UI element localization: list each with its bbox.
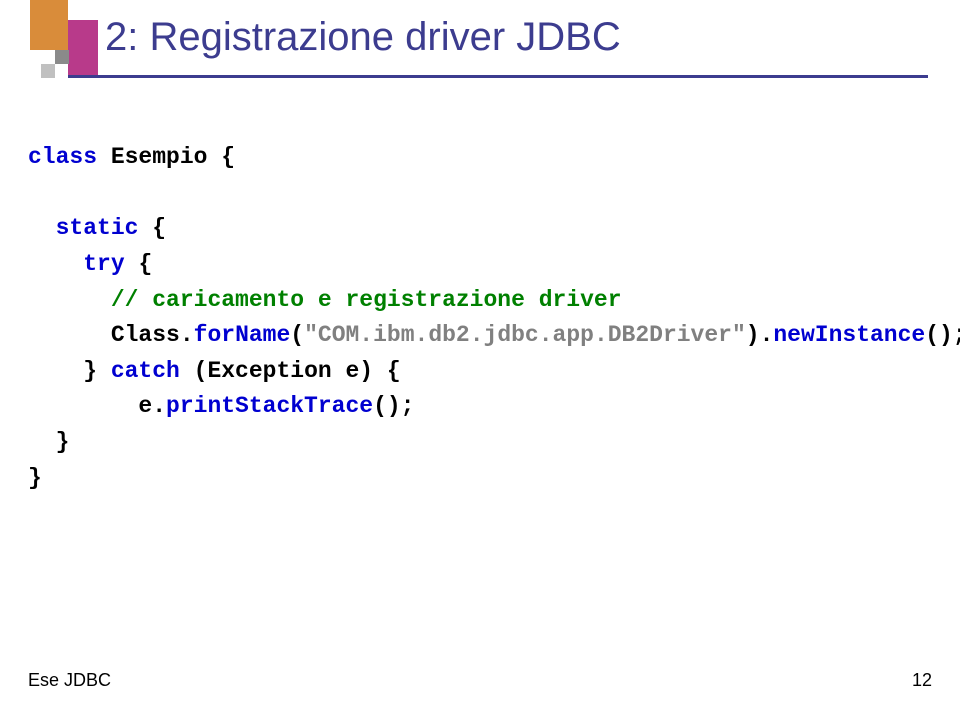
- code-keyword: try: [83, 251, 124, 277]
- code-keyword: forName: [194, 322, 291, 348]
- code-text: (Exception e) {: [180, 358, 401, 384]
- code-string: "COM.ibm.db2.jdbc.app.DB2Driver": [304, 322, 746, 348]
- gray-square-2: [41, 64, 55, 78]
- page-number: 12: [912, 670, 932, 691]
- code-keyword: class: [28, 144, 97, 170]
- code-text: {: [125, 251, 153, 277]
- code-block: class Esempio { static { try { // carica…: [28, 140, 960, 496]
- orange-block: [30, 0, 68, 50]
- code-keyword: printStackTrace: [166, 393, 373, 419]
- code-text: (: [290, 322, 304, 348]
- code-keyword: static: [56, 215, 139, 241]
- code-text: Esempio {: [97, 144, 235, 170]
- code-keyword: newInstance: [773, 322, 925, 348]
- code-text: ();: [373, 393, 414, 419]
- title-underline: [68, 75, 928, 78]
- code-text: ();: [925, 322, 960, 348]
- code-keyword: catch: [111, 358, 180, 384]
- slide-title: 2: Registrazione driver JDBC: [105, 15, 621, 60]
- code-text: }: [28, 465, 42, 491]
- magenta-block: [68, 20, 98, 75]
- code-text: {: [138, 215, 166, 241]
- code-text: }: [83, 358, 111, 384]
- code-comment: // caricamento e registrazione driver: [111, 287, 622, 313]
- code-text: ).: [746, 322, 774, 348]
- gray-square-1: [55, 50, 69, 64]
- code-text: e.: [138, 393, 166, 419]
- code-text: Class.: [111, 322, 194, 348]
- footer-label: Ese JDBC: [28, 670, 111, 691]
- code-text: }: [56, 429, 70, 455]
